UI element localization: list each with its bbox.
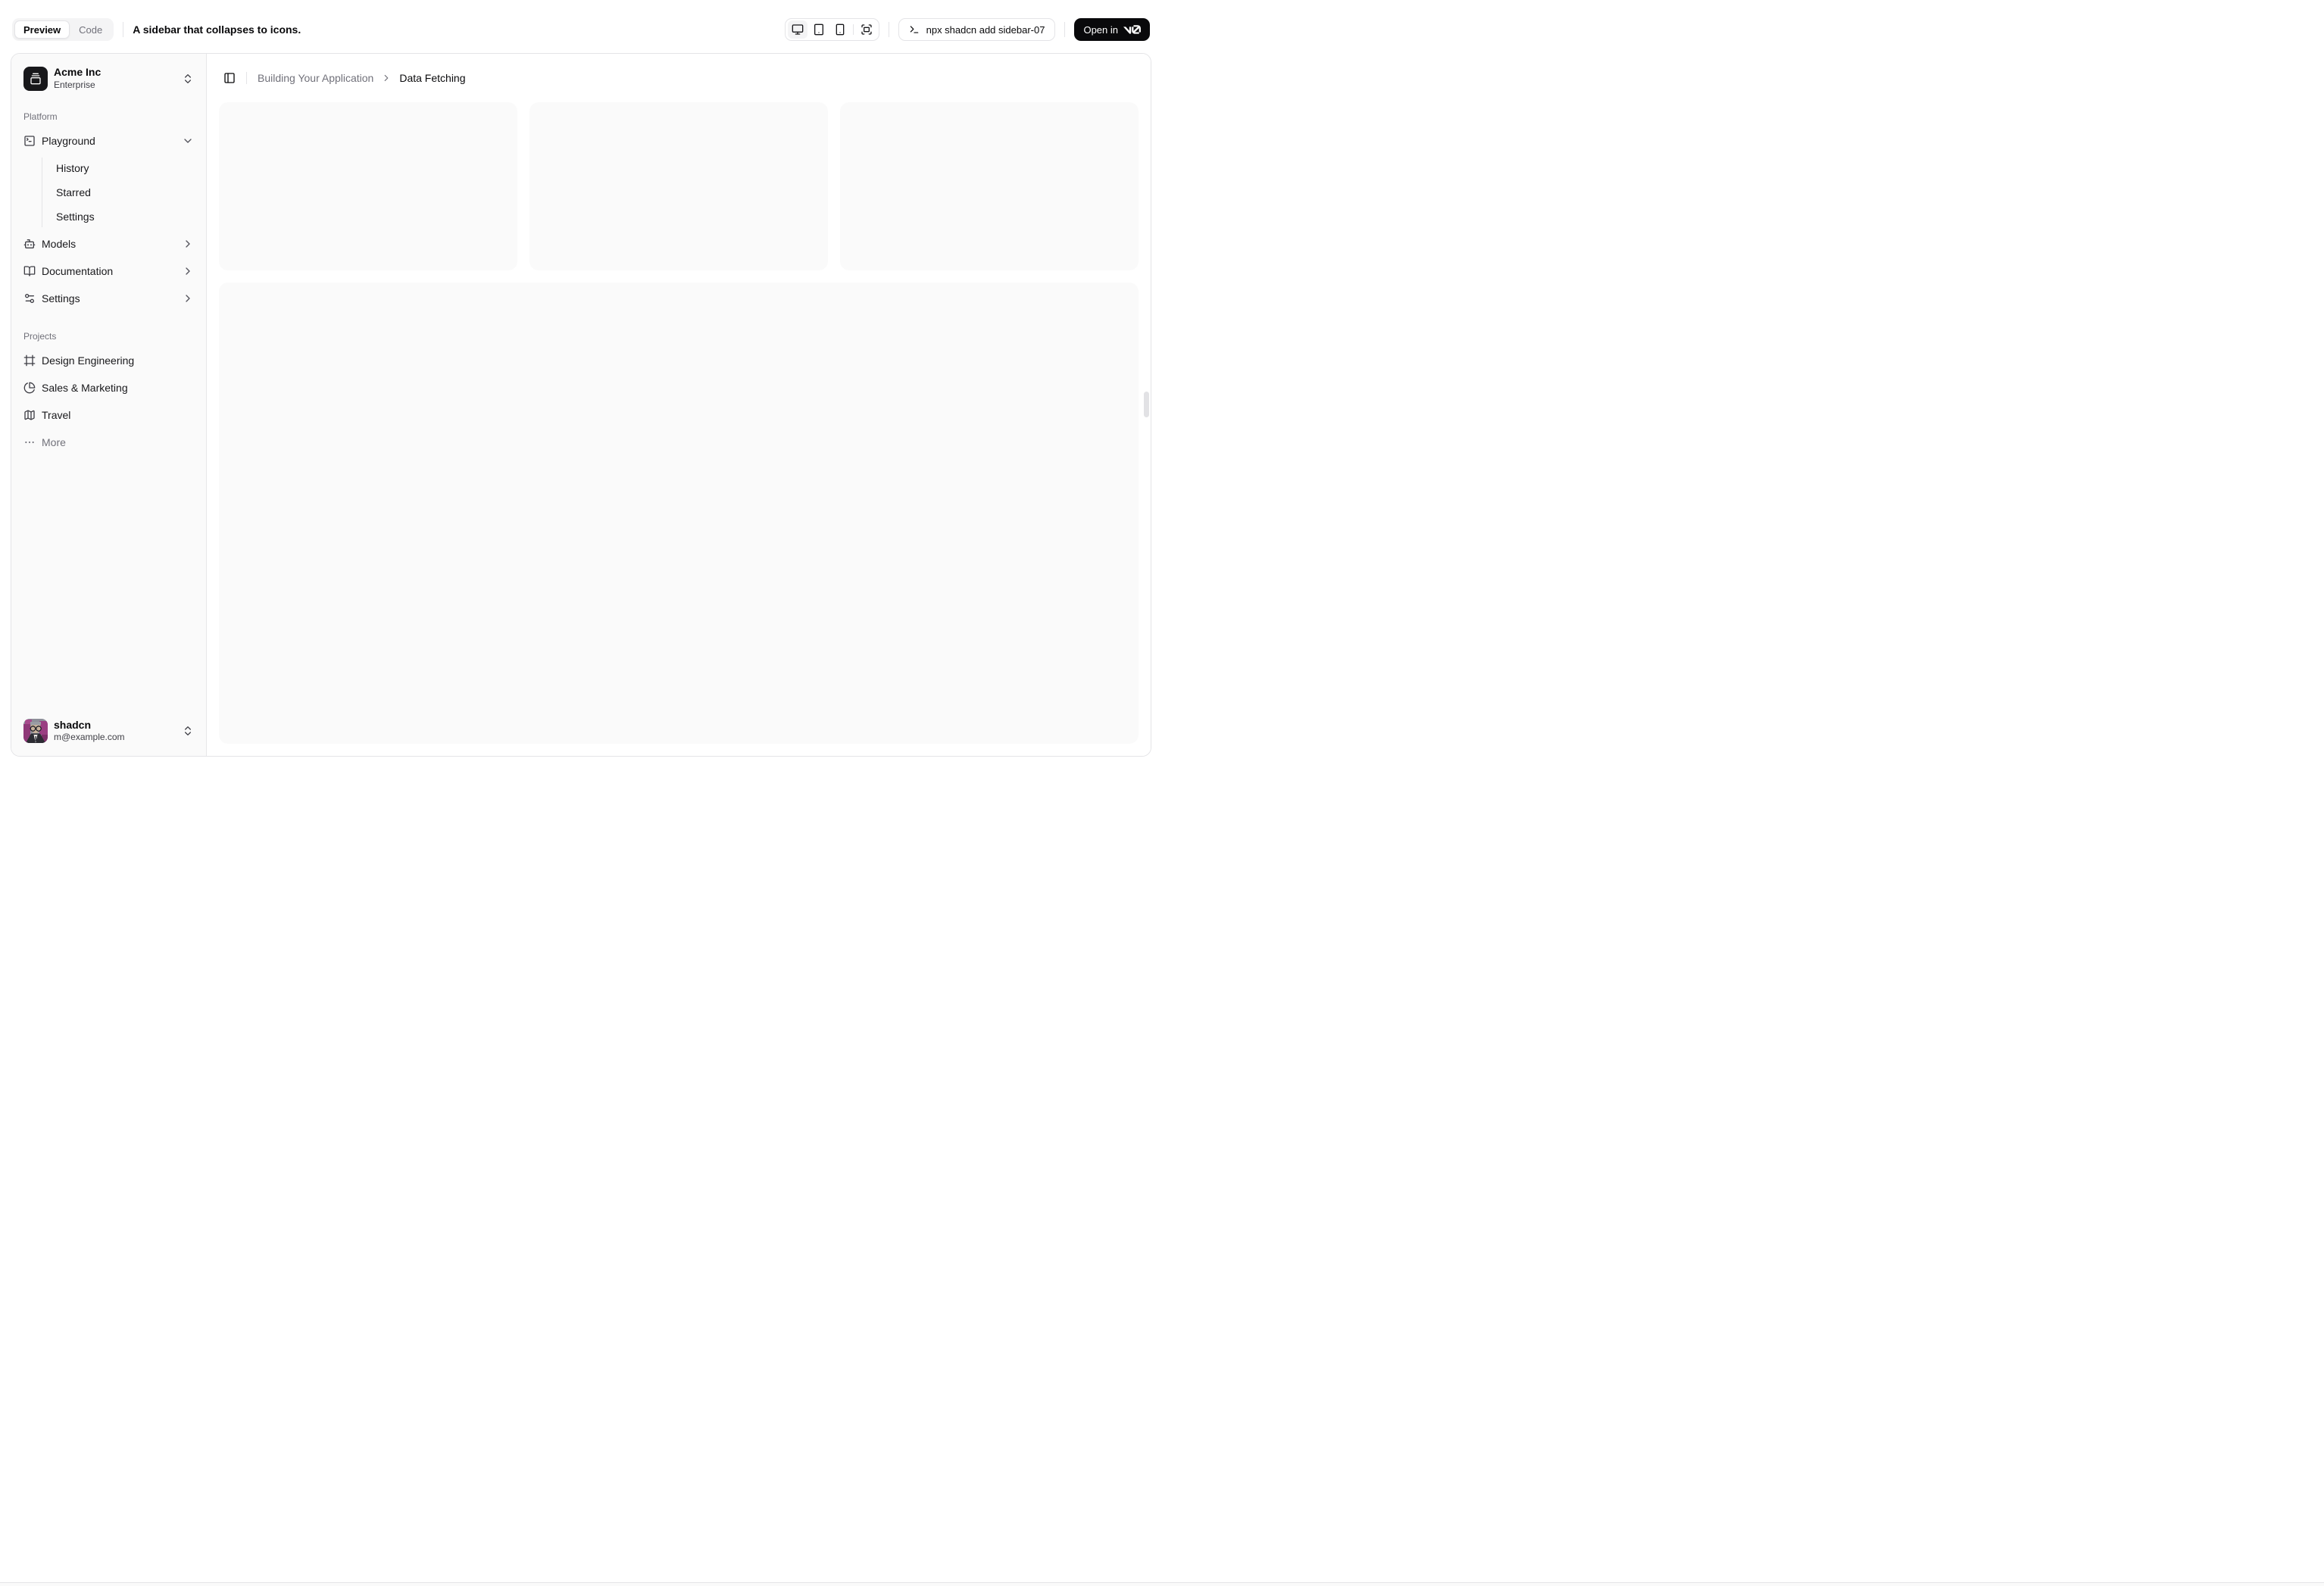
device-mobile-button[interactable] [830,20,850,39]
team-plan: Enterprise [54,79,95,90]
device-toggle-group [784,18,879,41]
breadcrumb-parent-link[interactable]: Building Your Application [258,72,373,84]
playground-submenu: History Starred Settings [42,158,200,228]
placeholder-card [840,102,1139,270]
breadcrumb: Building Your Application Data Fetching [258,72,466,84]
user-name: shadcn [54,718,92,731]
sidebar-item-design-engineering[interactable]: Design Engineering [17,348,200,373]
v0-logo-icon [1123,25,1141,34]
team-switcher[interactable]: Acme Inc Enterprise [17,60,200,97]
sidebar-group-projects: Projects Design Engineering Sales & Mark… [17,324,200,454]
settings-icon [25,294,34,304]
monitor-icon [792,24,803,35]
view-mode-tabs: Preview Code [12,18,114,41]
smartphone-icon [836,23,844,36]
tab-preview[interactable]: Preview [14,20,70,39]
content-header: Building Your Application Data Fetching [207,54,1151,102]
sidebar-item-settings[interactable]: Settings [17,286,200,311]
block-toolbar: Preview Code A sidebar that collapses to… [0,0,1162,53]
avatar [23,719,48,744]
chevron-right-icon [186,240,190,248]
square-terminal-icon [24,136,35,146]
placeholder-card [219,102,517,270]
sidebar-group-platform: Platform Playground History Starred Sett… [17,105,200,311]
device-tablet-button[interactable] [809,20,829,39]
sidebar-item-more[interactable]: More [17,430,200,454]
device-group-separator [852,24,854,35]
placeholder-panel [219,282,1139,744]
team-name: Acme Inc [54,66,102,78]
header-separator [246,72,247,84]
sidebar-item-history[interactable]: History [50,158,200,179]
terminal-icon [910,26,918,33]
block-preview: Acme Inc Enterprise Platform Playground … [11,53,1151,757]
pie-chart-icon [23,382,36,394]
sidebar: Acme Inc Enterprise Platform Playground … [11,54,207,756]
placeholder-card [529,102,828,270]
sidebar-item-sales-marketing[interactable]: Sales & Marketing [17,376,200,400]
chevrons-up-down-icon [185,73,191,83]
sidebar-item-documentation[interactable]: Documentation [17,259,200,283]
sidebar-item-playground[interactable]: Playground [17,129,200,153]
sidebar-footer: shadcn m@example.com [17,713,200,750]
panel-left-icon [224,73,235,83]
command-text: npx shadcn add sidebar-07 [926,23,1045,36]
block-description: A sidebar that collapses to icons. [133,23,301,36]
group-label: Platform [23,111,58,123]
tab-code[interactable]: Code [70,20,111,39]
device-desktop-button[interactable] [787,20,807,39]
ellipsis-icon [25,442,34,444]
open-in-v0-button[interactable]: Open in [1074,18,1150,41]
gallery-vertical-end-icon [30,73,41,84]
next-section-edge [0,1582,2324,1586]
main-content: Building Your Application Data Fetching [207,54,1151,756]
chevron-down-icon [184,139,192,143]
sidebar-item-models[interactable]: Models [17,232,200,256]
bot-icon [23,239,36,249]
chevron-right-icon [186,295,190,302]
team-logo [23,66,48,91]
book-open-icon [23,266,36,276]
sidebar-item-starred[interactable]: Starred [50,182,200,203]
content-body [207,102,1151,756]
breadcrumb-current: Data Fetching [399,72,466,84]
fullscreen-button[interactable] [857,20,876,39]
group-label: Projects [23,331,57,342]
sidebar-toggle-button[interactable] [219,67,240,89]
sidebar-item-travel[interactable]: Travel [17,403,200,427]
toolbar-separator [1064,22,1066,37]
frame-icon [23,354,36,367]
sidebar-item-settings-sub[interactable]: Settings [50,206,200,227]
open-in-label: Open in [1083,23,1118,36]
tablet-icon [814,23,823,36]
chevron-right-icon [385,74,389,82]
copy-command-button[interactable]: npx shadcn add sidebar-07 [898,18,1056,41]
chevron-right-icon [186,267,190,275]
map-icon [24,410,35,420]
chevrons-up-down-icon [185,726,191,736]
fullscreen-icon [861,24,872,35]
user-menu[interactable]: shadcn m@example.com [17,713,200,750]
user-email: m@example.com [54,732,125,743]
page-scrollbar-thumb[interactable] [1144,392,1149,417]
